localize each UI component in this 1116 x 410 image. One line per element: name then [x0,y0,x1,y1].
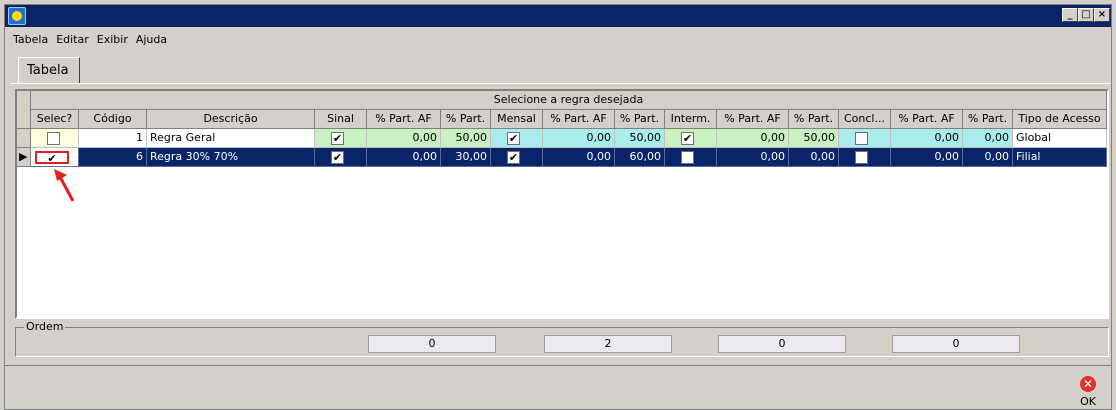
codigo-cell: 6 [79,148,147,167]
col-header-tipo[interactable]: Tipo de Acesso [1013,110,1107,129]
interm-cell[interactable]: ✔ [665,129,717,148]
ordem-total-concl: 0 [892,335,1020,353]
mensal-part-cell: 50,00 [615,129,665,148]
ordem-total-interm: 0 [718,335,846,353]
tab-tabela[interactable]: Tabela [18,57,80,83]
menu-exibir[interactable]: Exibir [93,29,132,49]
concl-part-cell: 0,00 [963,129,1013,148]
selec-cell[interactable]: ✔ [31,148,79,167]
menu-bar: Tabela Editar Exibir Ajuda [5,29,171,49]
sinal-cell[interactable]: ✔ [315,148,367,167]
current-row-pointer-icon: ▶ [19,150,28,163]
col-header-codigo[interactable]: Código [79,110,147,129]
col-header-sinal[interactable]: Sinal [315,110,367,129]
sinal-checkbox[interactable]: ✔ [331,151,344,164]
tipo-cell: Global [1013,129,1107,148]
interm-part-cell: 0,00 [789,148,839,167]
selec-cell[interactable] [31,129,79,148]
col-header-concl-part[interactable]: % Part. [963,110,1013,129]
concl-part-cell: 0,00 [963,148,1013,167]
mensal-checkbox[interactable]: ✔ [507,151,520,164]
interm-checkbox[interactable]: ✔ [681,132,694,145]
main-window: _ □ × Tabela Editar Exibir Ajuda Tabela … [4,4,1112,410]
col-header-mensal-af[interactable]: % Part. AF [543,110,615,129]
row-indicator-header [17,91,31,129]
concl-cell[interactable] [839,148,891,167]
ordem-label: Ordem [24,320,66,333]
mensal-cell[interactable]: ✔ [491,148,543,167]
concl-checkbox[interactable] [855,132,868,145]
col-header-concl[interactable]: Concl... [839,110,891,129]
sinal-part-cell: 50,00 [441,129,491,148]
menu-tabela[interactable]: Tabela [9,29,52,49]
col-header-descricao[interactable]: Descrição [147,110,315,129]
sinal-checkbox[interactable]: ✔ [331,132,344,145]
row-indicator[interactable] [17,129,31,148]
sinal-af-cell: 0,00 [367,148,441,167]
annotation-arrow-icon [54,169,75,202]
menu-ajuda[interactable]: Ajuda [132,29,171,49]
col-header-mensal[interactable]: Mensal [491,110,543,129]
interm-cell[interactable] [665,148,717,167]
mensal-checkbox[interactable]: ✔ [507,132,520,145]
sinal-cell[interactable]: ✔ [315,129,367,148]
ordem-group: Ordem 0 2 0 0 [15,320,1109,357]
interm-part-cell: 50,00 [789,129,839,148]
cancel-x-icon: ✕ [1080,376,1096,392]
title-bar: _ □ × [5,5,1111,27]
col-header-sinal-part[interactable]: % Part. [441,110,491,129]
selec-checkbox[interactable] [47,132,60,145]
ordem-total-sinal: 0 [368,335,496,353]
app-icon [8,7,26,25]
menu-editar[interactable]: Editar [52,29,93,49]
sinal-part-cell: 30,00 [441,148,491,167]
interm-af-cell: 0,00 [717,129,789,148]
codigo-cell: 1 [79,129,147,148]
mensal-af-cell: 0,00 [543,129,615,148]
close-button[interactable]: × [1094,8,1110,22]
concl-checkbox[interactable] [855,151,868,164]
interm-af-cell: 0,00 [717,148,789,167]
ordem-total-mensal: 2 [544,335,672,353]
minimize-button[interactable]: _ [1062,8,1078,22]
col-header-concl-af[interactable]: % Part. AF [891,110,963,129]
col-header-selec[interactable]: Selec? [31,110,79,129]
interm-checkbox[interactable] [681,151,694,164]
table-row-selected[interactable]: ▶ ✔ 6 Regra 30% 70% ✔ 0,00 30,00 ✔ 0,00 … [17,148,1107,167]
concl-af-cell: 0,00 [891,129,963,148]
mensal-part-cell: 60,00 [615,148,665,167]
maximize-button[interactable]: □ [1078,8,1094,22]
ok-label: OK [1080,395,1096,408]
mensal-af-cell: 0,00 [543,148,615,167]
check-icon: ✔ [47,152,57,165]
ok-button[interactable]: ✕ OK [1071,370,1105,409]
row-indicator[interactable]: ▶ [17,148,31,167]
selec-checkbox-highlight[interactable]: ✔ [35,151,69,164]
tipo-cell: Filial [1013,148,1107,167]
descricao-cell: Regra 30% 70% [147,148,315,167]
sinal-af-cell: 0,00 [367,129,441,148]
button-bar: ✕ OK [5,365,1111,409]
grid-title: Selecione a regra desejada [31,91,1107,110]
col-header-interm-af[interactable]: % Part. AF [717,110,789,129]
mensal-cell[interactable]: ✔ [491,129,543,148]
descricao-cell: Regra Geral [147,129,315,148]
col-header-interm-part[interactable]: % Part. [789,110,839,129]
concl-af-cell: 0,00 [891,148,963,167]
rules-grid: Selecione a regra desejada Selec? Código… [15,89,1109,319]
concl-cell[interactable] [839,129,891,148]
table-row[interactable]: 1 Regra Geral ✔ 0,00 50,00 ✔ 0,00 50,00 … [17,129,1107,148]
col-header-sinal-af[interactable]: % Part. AF [367,110,441,129]
col-header-interm[interactable]: Interm. [665,110,717,129]
col-header-mensal-part[interactable]: % Part. [615,110,665,129]
